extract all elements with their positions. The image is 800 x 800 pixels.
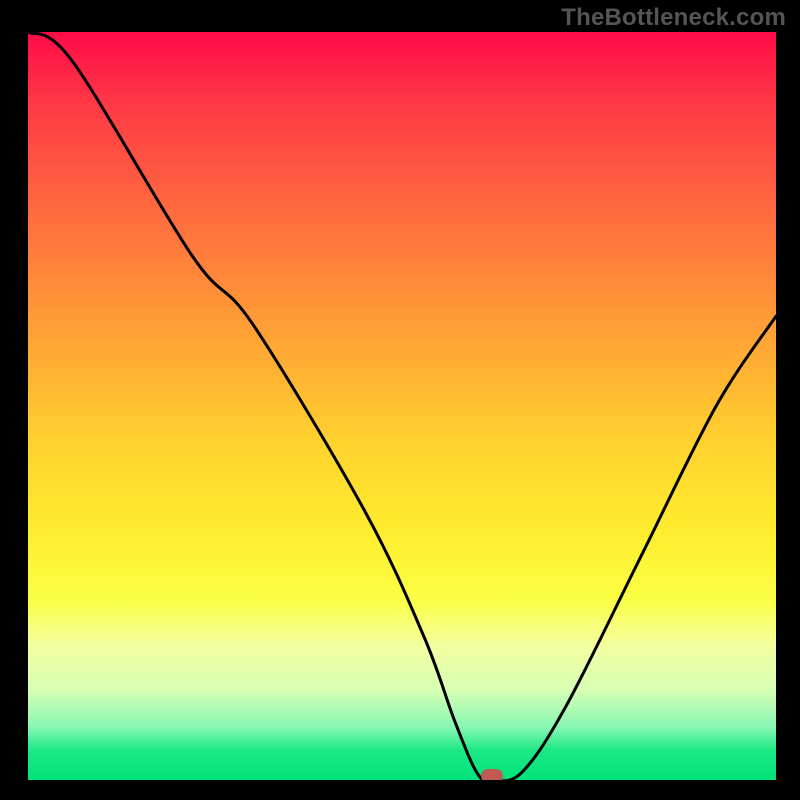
attribution-label: TheBottleneck.com: [561, 4, 786, 32]
optimum-marker: [481, 769, 503, 780]
bottleneck-curve: [28, 32, 776, 780]
chart-frame: TheBottleneck.com: [0, 0, 800, 800]
plot-area: [28, 32, 776, 780]
